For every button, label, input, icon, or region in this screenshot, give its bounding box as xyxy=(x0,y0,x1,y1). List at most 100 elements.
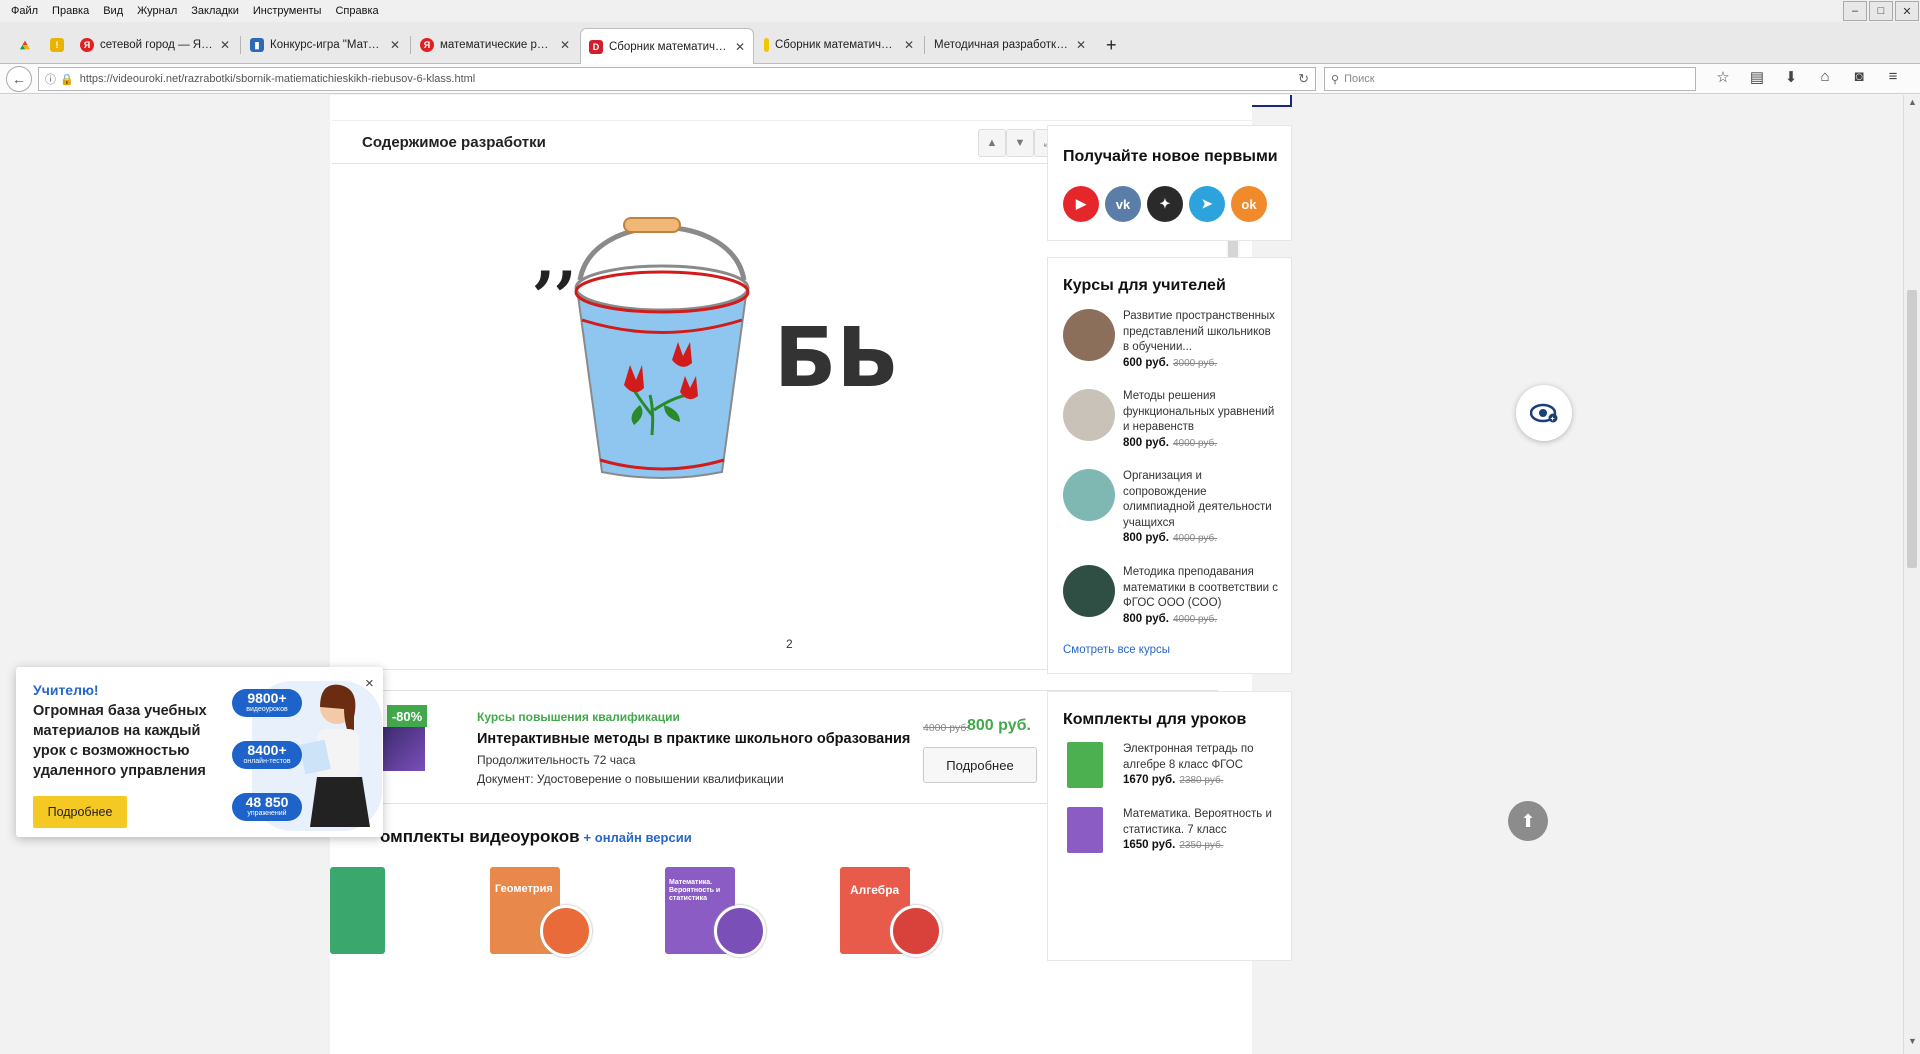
toolbar-icons: ☆ ▤ ⬇ ⌂ ◙ ≡ xyxy=(1706,68,1910,86)
maximize-button[interactable]: □ xyxy=(1869,1,1893,21)
scroll-down-button[interactable]: ▼ xyxy=(1006,129,1034,157)
close-icon[interactable]: ✕ xyxy=(220,38,230,52)
tab-pinned-warning[interactable]: ! xyxy=(42,28,68,62)
course-category[interactable]: Курсы повышения квалификации xyxy=(477,710,680,724)
arrow-up-icon: ⬆ xyxy=(1520,810,1536,831)
scroll-up-button[interactable]: ▲ xyxy=(978,129,1006,157)
reading-list-icon[interactable]: ▤ xyxy=(1740,68,1774,86)
stat-badge: 8400+ онлайн-тестов xyxy=(232,741,302,769)
menu-edit[interactable]: Правка xyxy=(45,5,96,17)
lesson-kits-card: Комплекты для уроков Электронная тетрадь… xyxy=(1047,691,1292,961)
course-document: Документ: Удостоверение о повышении квал… xyxy=(477,772,784,786)
new-tab-button[interactable]: + xyxy=(1098,28,1128,62)
tab-3[interactable]: Я математические ребусы 6 к... ✕ xyxy=(412,28,578,62)
menu-bookmarks[interactable]: Закладки xyxy=(184,5,246,17)
reload-icon[interactable]: ↻ xyxy=(1298,71,1309,87)
address-bar[interactable]: ⓘ 🔒 https://videouroki.net/razrabotki/sb… xyxy=(38,67,1316,91)
course-avatar xyxy=(1063,565,1115,617)
kits-heading: омплекты видеоуроков + онлайн версии xyxy=(380,827,692,847)
teacher-popup: Учителю! Огромная база учебных материало… xyxy=(16,667,383,837)
close-window-button[interactable]: ✕ xyxy=(1895,1,1919,21)
odnoklassniki-icon[interactable]: ok xyxy=(1231,186,1267,222)
yandex-icon: Я xyxy=(420,38,434,52)
pocket-icon[interactable]: ◙ xyxy=(1842,68,1876,86)
yandex-icon: Я xyxy=(80,38,94,52)
subscribe-title: Получайте новое первыми xyxy=(1063,148,1278,165)
menu-view[interactable]: Вид xyxy=(96,5,130,17)
eye-icon: + xyxy=(1530,403,1558,423)
close-icon[interactable]: ✕ xyxy=(560,38,570,52)
page-scrollbar[interactable]: ▲ ▼ xyxy=(1903,95,1920,1054)
courses-title: Курсы для учителей xyxy=(1063,277,1226,294)
course-avatar xyxy=(1063,389,1115,441)
tab-1[interactable]: Я сетевой город — Яндекс: н... ✕ xyxy=(72,28,238,62)
kit-disc-4 xyxy=(890,905,942,957)
course-duration: Продолжительность 72 часа xyxy=(477,753,636,767)
close-icon[interactable]: ✕ xyxy=(1076,38,1086,52)
scroll-top-button[interactable]: ⬆ xyxy=(1508,801,1548,841)
back-button[interactable]: ← xyxy=(6,66,32,92)
svg-text:+: + xyxy=(1551,416,1555,423)
close-icon[interactable]: ✕ xyxy=(390,38,400,52)
tab-2[interactable]: ▮ Конкурс-игра "Математичес... ✕ xyxy=(242,28,408,62)
minimize-button[interactable]: – xyxy=(1843,1,1867,21)
menu-history[interactable]: Журнал xyxy=(130,5,184,17)
course-title[interactable]: Интерактивные методы в практике школьног… xyxy=(477,731,910,747)
search-icon: ⚲ xyxy=(1331,73,1340,86)
popup-text: Огромная база учебных материалов на кажд… xyxy=(33,703,207,779)
menu-file[interactable]: Файл xyxy=(4,5,45,17)
course-thumbnail xyxy=(379,727,425,771)
stat-badge: 48 850 упражнений xyxy=(232,793,302,821)
see-all-courses-link[interactable]: Смотреть все курсы xyxy=(1063,644,1170,656)
menu-icon[interactable]: ≡ xyxy=(1876,68,1910,86)
tab-pinned-google[interactable] xyxy=(12,28,38,62)
kits-online-link[interactable]: + онлайн версии xyxy=(584,830,692,845)
course-old-price: 4000 руб. xyxy=(923,722,970,734)
videouroki-icon: D xyxy=(589,39,603,54)
google-drive-icon xyxy=(20,40,30,50)
tab-bar: ! Я сетевой город — Яндекс: н... ✕ ▮ Кон… xyxy=(0,22,1920,64)
tab-6[interactable]: Методичная разработка Матем... ✕ xyxy=(926,28,1094,62)
close-icon[interactable]: ✕ xyxy=(735,40,745,54)
arrow-left-icon: ← xyxy=(12,71,26,87)
search-input[interactable]: ⚲ Поиск xyxy=(1324,67,1696,91)
telegram-icon[interactable]: ➤ xyxy=(1189,186,1225,222)
course-details-button[interactable]: Подробнее xyxy=(923,747,1037,783)
tab-5[interactable]: Сборник математических р... ✕ xyxy=(756,28,922,62)
search-placeholder: Поиск xyxy=(1344,73,1375,85)
nav-bar: ← ⓘ 🔒 https://videouroki.net/razrabotki/… xyxy=(0,64,1920,94)
scroll-down-arrow-icon[interactable]: ▼ xyxy=(1904,1036,1920,1052)
menu-tools[interactable]: Инструменты xyxy=(246,5,329,17)
youtube-icon[interactable]: ▶ xyxy=(1063,186,1099,222)
discount-badge: -80% xyxy=(387,705,427,727)
accessibility-button[interactable]: + xyxy=(1516,385,1572,441)
popup-greeting: Учителю! xyxy=(33,682,99,698)
close-icon[interactable]: ✕ xyxy=(904,38,914,52)
download-icon[interactable]: ⬇ xyxy=(1774,68,1808,86)
window-controls: – □ ✕ xyxy=(1842,0,1920,22)
course-avatar xyxy=(1063,309,1115,361)
rebus-bucket-image: ,, БЬ xyxy=(534,217,899,479)
kit-cover-label: Математика. Вероятность и статистика xyxy=(669,879,721,902)
info-icon: ⓘ xyxy=(45,74,56,86)
kits-sidebar-title: Комплекты для уроков xyxy=(1063,711,1247,728)
vk-icon[interactable]: vk xyxy=(1105,186,1141,222)
tab-active[interactable]: D Сборник математических р... ✕ xyxy=(580,28,754,64)
home-icon[interactable]: ⌂ xyxy=(1808,68,1842,86)
doc-icon xyxy=(764,38,769,52)
warning-icon: ! xyxy=(50,38,64,52)
page-number: 2 xyxy=(786,637,793,651)
rebus-letters: БЬ xyxy=(774,311,899,406)
subscribe-card: Получайте новое первыми ▶ vk ✦ ➤ ok xyxy=(1047,125,1292,241)
stat-badge: 9800+ видеоуроков xyxy=(232,689,302,717)
kit-cover-1[interactable] xyxy=(330,867,385,954)
dzen-icon[interactable]: ✦ xyxy=(1147,186,1183,222)
popup-details-button[interactable]: Подробнее xyxy=(33,796,127,828)
lock-icon: 🔒 xyxy=(60,73,74,86)
kit-thumbnail xyxy=(1067,742,1103,788)
menu-bar: Файл Правка Вид Журнал Закладки Инструме… xyxy=(0,0,1920,22)
menu-help[interactable]: Справка xyxy=(328,5,385,17)
scroll-up-arrow-icon[interactable]: ▲ xyxy=(1904,97,1920,113)
page-scroll-thumb[interactable] xyxy=(1907,290,1917,568)
star-icon[interactable]: ☆ xyxy=(1706,68,1740,86)
